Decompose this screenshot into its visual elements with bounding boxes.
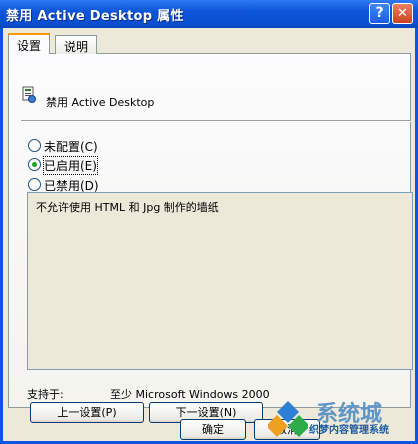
previous-setting-button[interactable]: 上一设置(P) bbox=[30, 402, 144, 423]
radio-circle[interactable] bbox=[28, 158, 41, 171]
radio-circle[interactable] bbox=[28, 139, 41, 152]
support-label: 支持于: bbox=[27, 388, 64, 401]
watermark: 系统城 织梦内容管理系统 bbox=[268, 399, 418, 441]
ok-button[interactable]: 确定 bbox=[180, 419, 246, 440]
policy-name: 禁用 Active Desktop bbox=[46, 96, 155, 109]
window-title: 禁用 Active Desktop 属性 bbox=[6, 9, 184, 24]
dialog-window: 禁用 Active Desktop 属性 ? ✕ 禁用 Active Deskt… bbox=[0, 0, 418, 444]
tab-settings[interactable]: 设置 bbox=[8, 33, 51, 54]
explain-box: 不允许使用 HTML 和 Jpg 制作的墙纸 bbox=[27, 192, 413, 370]
watermark-subtitle: 织梦内容管理系统 bbox=[309, 425, 389, 436]
explain-text: 不允许使用 HTML 和 Jpg 制作的墙纸 bbox=[36, 201, 219, 214]
tab-panel: 禁用 Active Desktop 未配置(C) 已启用(E) 已禁用(D) 不… bbox=[8, 53, 413, 423]
watermark-logo-icon bbox=[268, 401, 308, 437]
close-icon: ✕ bbox=[397, 6, 408, 21]
dialog-client: 禁用 Active Desktop 未配置(C) 已启用(E) 已禁用(D) 不… bbox=[3, 28, 415, 441]
title-bar[interactable]: 禁用 Active Desktop 属性 ? ✕ bbox=[0, 0, 418, 28]
separator bbox=[21, 120, 411, 122]
support-value: 至少 Microsoft Windows 2000 bbox=[110, 388, 270, 401]
tab-explain[interactable]: 说明 bbox=[55, 35, 98, 54]
radio-circle[interactable] bbox=[28, 178, 41, 191]
help-button[interactable]: ? bbox=[369, 3, 390, 24]
close-button[interactable]: ✕ bbox=[392, 3, 413, 24]
question-icon: ? bbox=[375, 5, 384, 21]
radio-label: 未配置(C) bbox=[44, 140, 98, 154]
radio-label: 已启用(E) bbox=[43, 156, 98, 175]
policy-setting-icon bbox=[22, 86, 36, 103]
